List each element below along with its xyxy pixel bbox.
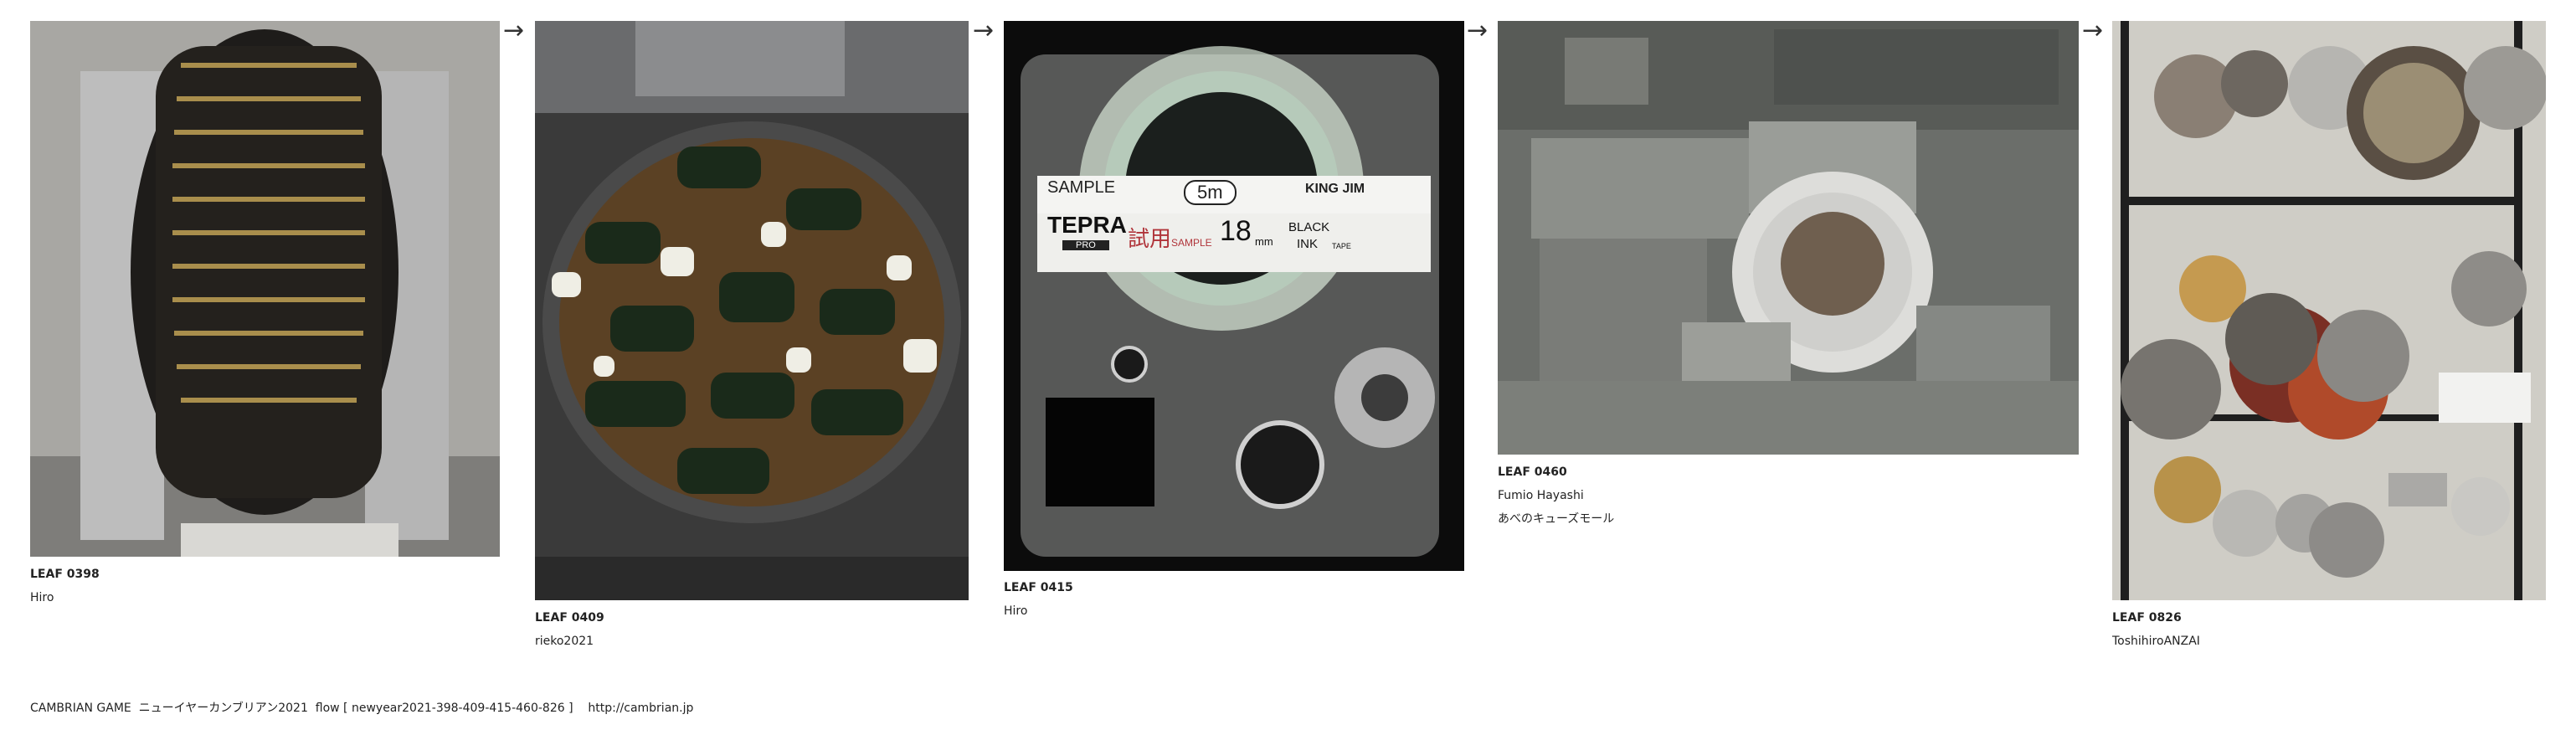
tape-length-label: 5m xyxy=(1184,180,1237,205)
leaf-number: LEAF 0460 xyxy=(1498,465,1567,479)
leaf-author[interactable]: Hiro xyxy=(30,591,54,604)
leaf-author[interactable]: Hiro xyxy=(1004,604,1027,618)
tape-product-label: TEPRA xyxy=(1047,212,1127,238)
tape-trial-label: 試用 xyxy=(1128,227,1172,252)
leaf-title: あべのキューズモール xyxy=(1498,512,1615,526)
tape-brand-label: KING JIM xyxy=(1305,182,1365,196)
flow-arrow-icon: → xyxy=(1467,16,1489,45)
flow-arrow-icon: → xyxy=(973,16,995,45)
leaf-author[interactable]: rieko2021 xyxy=(535,635,594,648)
footer: CAMBRIAN GAME ニューイヤーカンブリアン2021 flow [ ne… xyxy=(30,702,693,715)
leaf-0460-photo[interactable] xyxy=(1498,21,2079,455)
tape-word-label: TAPE xyxy=(1332,242,1351,250)
leaf-0415-photo[interactable]: SAMPLE 5m KING JIM TEPRA PRO 試用 SAMPLE 1… xyxy=(1004,21,1464,571)
leaf-0398-photo[interactable] xyxy=(30,21,500,557)
tape-product-sub-label: PRO xyxy=(1062,240,1109,250)
leaf-0826-photo[interactable] xyxy=(2112,21,2546,600)
leaf-number: LEAF 0409 xyxy=(535,611,604,625)
tape-ink2-label: INK xyxy=(1297,237,1319,251)
leaf-number: LEAF 0415 xyxy=(1004,581,1073,594)
leaf-author[interactable]: ToshihiroANZAI xyxy=(2112,635,2200,648)
tape-unit-label: mm xyxy=(1255,235,1273,248)
leaf-number: LEAF 0398 xyxy=(30,568,100,581)
tape-sample-label: SAMPLE xyxy=(1047,178,1116,197)
tape-ink-label: BLACK xyxy=(1288,220,1330,234)
footer-flow-text: CAMBRIAN GAME ニューイヤーカンブリアン2021 flow [ ne… xyxy=(30,702,573,715)
leaf-number: LEAF 0826 xyxy=(2112,611,2182,625)
tape-width-label: 18 xyxy=(1220,215,1252,247)
leaf-author[interactable]: Fumio Hayashi xyxy=(1498,489,1584,502)
flow-arrow-icon: → xyxy=(503,16,525,45)
tape-trial-sub-label: SAMPLE xyxy=(1171,237,1212,249)
footer-site-link[interactable]: http://cambrian.jp xyxy=(588,702,693,715)
flow-arrow-icon: → xyxy=(2082,16,2104,45)
leaf-0409-photo[interactable] xyxy=(535,21,969,600)
